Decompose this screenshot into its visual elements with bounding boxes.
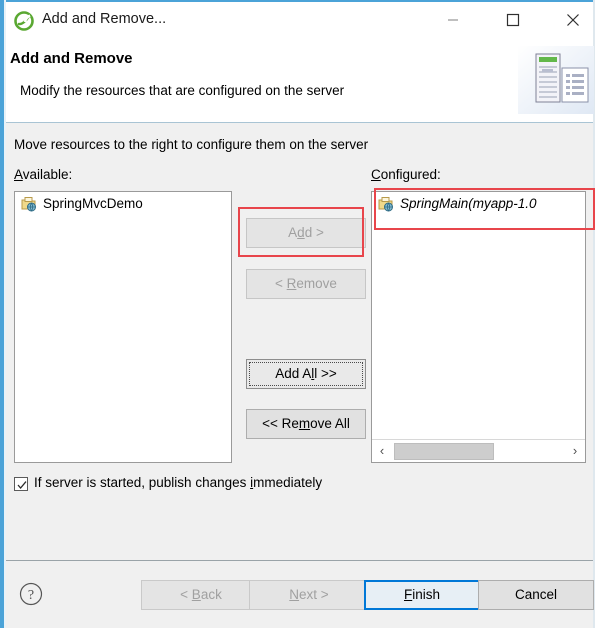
minimize-icon[interactable] [430, 2, 476, 38]
cancel-button-label: Cancel [514, 587, 558, 602]
list-item[interactable]: SpringMvcDemo [15, 192, 231, 216]
maximize-icon[interactable] [490, 2, 536, 38]
remove-button-label: < Remove [275, 276, 337, 291]
title-bar: Add and Remove... [6, 0, 593, 40]
remove-all-button-label: << Remove All [262, 416, 350, 431]
publish-immediately-label: If server is started, publish changes im… [34, 475, 323, 490]
finish-button[interactable]: Finish [364, 580, 480, 610]
back-button[interactable]: < Back [141, 580, 261, 610]
configured-list[interactable]: SpringMain(myapp-1.0 [371, 191, 586, 463]
dialog-body: Move resources to the right to configure… [6, 123, 593, 560]
svg-text:?: ? [28, 588, 34, 603]
publish-immediately-checkbox[interactable] [14, 477, 28, 491]
scroll-right-arrow-icon[interactable]: › [565, 440, 585, 462]
server-and-document-icon [518, 46, 594, 114]
available-list[interactable]: SpringMvcDemo [14, 191, 232, 463]
body-instruction: Move resources to the right to configure… [14, 137, 369, 152]
add-all-button[interactable]: Add All >> [246, 359, 366, 389]
add-button[interactable]: Add > [246, 218, 366, 248]
dialog-footer: ? < Back Next > Finish Cancel [6, 561, 594, 628]
configured-list-hscrollbar[interactable]: ‹ › [372, 439, 585, 462]
back-button-label: < Back [180, 587, 222, 602]
dialog-header: Add and Remove Modify the resources that… [6, 40, 594, 122]
configured-list-label: Configured: [371, 167, 441, 182]
module-globe-icon [21, 196, 37, 212]
module-globe-icon [378, 196, 394, 212]
focus-ring [249, 362, 363, 386]
list-item[interactable]: SpringMain(myapp-1.0 [372, 192, 585, 216]
scroll-left-arrow-icon[interactable]: ‹ [372, 440, 392, 462]
window-title: Add and Remove... [42, 11, 167, 27]
page-title: Add and Remove [10, 50, 133, 67]
scrollbar-thumb[interactable] [394, 443, 494, 460]
next-button-label: Next > [289, 587, 329, 602]
finish-button-label: Finish [403, 587, 440, 602]
list-item-label: SpringMain(myapp-1.0 [400, 196, 537, 211]
help-question-icon[interactable]: ? [18, 581, 44, 607]
page-subtitle: Modify the resources that are configured… [20, 83, 345, 98]
remove-all-button[interactable]: << Remove All [246, 409, 366, 439]
available-list-label: Available: [14, 167, 73, 182]
next-button[interactable]: Next > [249, 580, 369, 610]
cancel-button[interactable]: Cancel [478, 580, 594, 610]
close-icon[interactable] [550, 2, 595, 38]
remove-button[interactable]: < Remove [246, 269, 366, 299]
add-button-label: Add > [288, 225, 324, 240]
eclipse-logo-icon [14, 11, 34, 31]
list-item-label: SpringMvcDemo [43, 196, 143, 211]
add-and-remove-dialog: Add and Remove... Add and Remove Modify … [0, 0, 595, 628]
